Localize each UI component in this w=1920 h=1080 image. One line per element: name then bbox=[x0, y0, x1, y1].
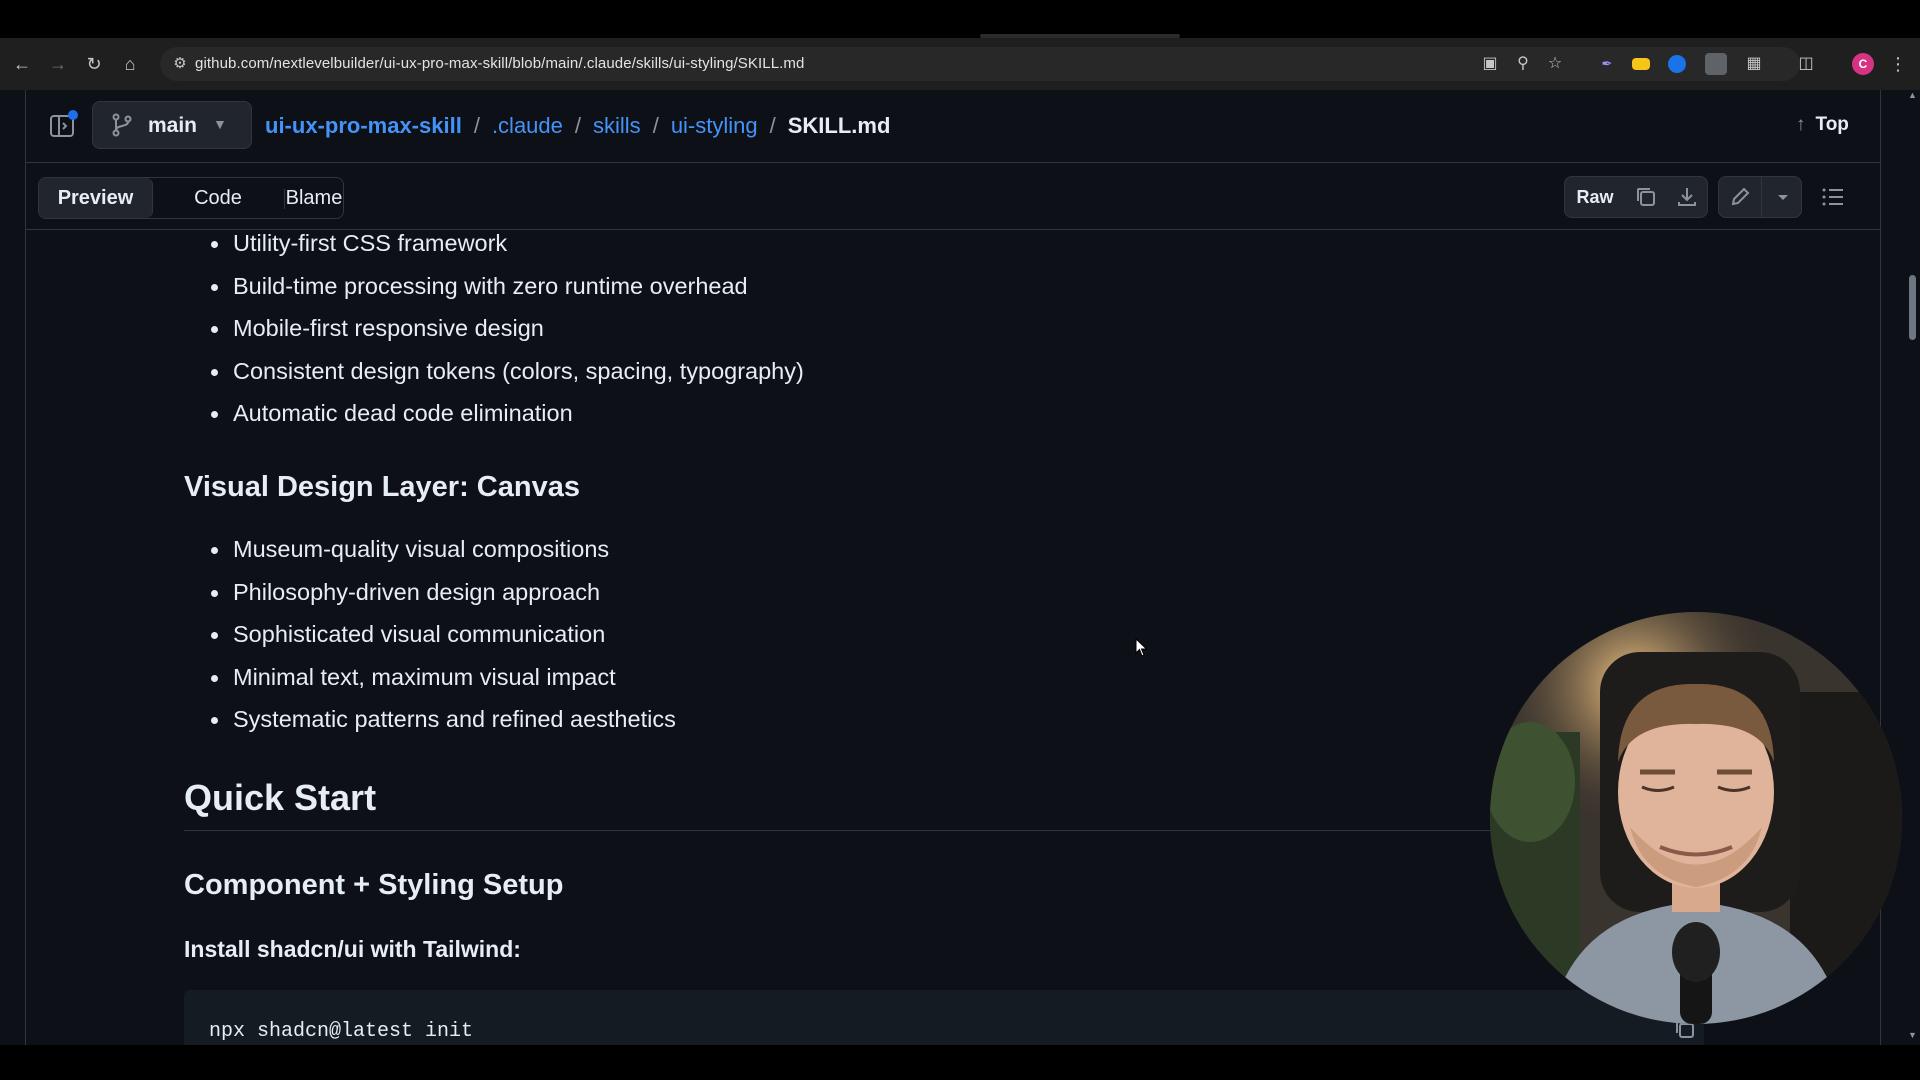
breadcrumb-repo-link[interactable]: ui-ux-pro-max-skill bbox=[265, 113, 462, 138]
bullet-dot bbox=[211, 284, 218, 291]
breadcrumb-separator: / bbox=[574, 113, 582, 138]
site-info-icon[interactable]: ⚙ bbox=[168, 52, 192, 76]
breadcrumb-link-claude[interactable]: .claude bbox=[492, 113, 563, 138]
forward-icon[interactable]: → bbox=[46, 52, 70, 76]
circle-extension-icon[interactable] bbox=[1668, 55, 1686, 73]
bullet-dot bbox=[211, 326, 218, 333]
list-item: Minimal text, maximum visual impact bbox=[233, 664, 616, 690]
chevron-down-icon[interactable] bbox=[1770, 184, 1796, 210]
tab-preview[interactable]: Preview bbox=[39, 178, 153, 218]
download-icon[interactable] bbox=[1674, 184, 1700, 210]
tool-extension-icon[interactable] bbox=[1705, 53, 1727, 75]
webcam-overlay bbox=[1490, 612, 1902, 1024]
container-border bbox=[25, 90, 26, 1045]
reload-icon[interactable]: ↻ bbox=[82, 52, 106, 76]
edit-divider bbox=[1761, 176, 1762, 218]
breadcrumb-separator: / bbox=[652, 113, 659, 138]
notification-dot bbox=[68, 110, 78, 120]
list-item: Mobile-first responsive design bbox=[233, 315, 544, 341]
zoom-icon[interactable]: ⚲ bbox=[1511, 52, 1535, 76]
heading-visual-design-layer: Visual Design Layer: Canvas bbox=[184, 471, 580, 503]
list-item: Systematic patterns and refined aestheti… bbox=[233, 706, 676, 732]
bullet-dot bbox=[211, 675, 218, 682]
notes-extension-icon[interactable] bbox=[1632, 58, 1650, 70]
git-branch-icon bbox=[112, 113, 132, 137]
home-icon[interactable]: ⌂ bbox=[118, 52, 142, 76]
extensions-puzzle-icon[interactable]: ▦ bbox=[1742, 52, 1766, 76]
url-text[interactable]: github.com/nextlevelbuilder/ui-ux-pro-ma… bbox=[195, 55, 804, 72]
browser-menu-icon[interactable]: ⋮ bbox=[1888, 52, 1908, 76]
mouse-cursor-icon bbox=[1135, 638, 1148, 657]
heading-rule bbox=[184, 830, 1494, 831]
install-instruction: Install shadcn/ui with Tailwind: bbox=[184, 936, 521, 962]
screen-bottom-bar bbox=[0, 1045, 1920, 1080]
breadcrumb-link-skills[interactable]: skills bbox=[593, 113, 641, 138]
chevron-down-icon[interactable]: ▼ bbox=[213, 116, 227, 132]
heading-component-styling-setup: Component + Styling Setup bbox=[184, 869, 564, 901]
scroll-down-arrow-icon[interactable]: ▼ bbox=[1907, 1030, 1918, 1042]
scrollbar-thumb[interactable] bbox=[1909, 275, 1916, 340]
raw-button[interactable]: Raw bbox=[1564, 176, 1626, 218]
profile-avatar[interactable]: C bbox=[1852, 53, 1874, 75]
breadcrumb-separator: / bbox=[473, 113, 480, 138]
outline-list-icon[interactable] bbox=[1820, 185, 1846, 209]
breadcrumb: ui-ux-pro-max-skill / .claude / skills / ui-st… bbox=[265, 113, 890, 139]
bullet-dot bbox=[211, 369, 218, 376]
code-text[interactable]: npx shadcn@latest init bbox=[209, 1020, 473, 1043]
list-item: Sophisticated visual communication bbox=[233, 621, 606, 647]
scrollbar-track[interactable] bbox=[1905, 90, 1920, 1045]
bullet-dot bbox=[211, 590, 218, 597]
breadcrumb-separator: / bbox=[769, 113, 776, 138]
view-mode-tabs: Preview Code Blame bbox=[38, 177, 344, 219]
pencil-edit-icon[interactable] bbox=[1727, 184, 1753, 210]
list-item: Philosophy-driven design approach bbox=[233, 579, 601, 605]
tab-blame[interactable]: Blame bbox=[283, 178, 343, 218]
copy-icon[interactable] bbox=[1633, 184, 1659, 210]
list-item: Utility-first CSS framework bbox=[233, 230, 508, 256]
arrow-up-icon: ↑ bbox=[1796, 114, 1806, 135]
bookmark-star-icon[interactable]: ☆ bbox=[1543, 52, 1567, 76]
header-divider bbox=[26, 162, 1880, 163]
heading-quick-start: Quick Start bbox=[184, 777, 377, 818]
bullet-dot bbox=[211, 241, 218, 248]
bullet-dot bbox=[211, 547, 218, 554]
scroll-up-arrow-icon[interactable]: ▲ bbox=[1907, 90, 1918, 102]
breadcrumb-link-ui-styling[interactable]: ui-styling bbox=[671, 113, 758, 138]
back-to-top-link[interactable]: ↑ Top bbox=[1796, 114, 1849, 136]
branch-name[interactable]: main bbox=[148, 114, 197, 138]
pen-extension-icon[interactable]: ✒ bbox=[1596, 53, 1618, 75]
list-item: Consistent design tokens (colors, spacin… bbox=[233, 358, 804, 384]
list-item: Build-time processing with zero runtime … bbox=[233, 273, 748, 299]
list-item: Museum-quality visual compositions bbox=[233, 536, 610, 562]
back-icon[interactable]: ← bbox=[10, 52, 34, 76]
browser-tab-strip bbox=[0, 0, 1920, 36]
bullet-dot bbox=[211, 717, 218, 724]
side-panel-icon[interactable]: ◫ bbox=[1794, 52, 1818, 76]
list-item: Automatic dead code elimination bbox=[233, 400, 573, 426]
breadcrumb-current-file: SKILL.md bbox=[787, 113, 891, 138]
top-label[interactable]: Top bbox=[1816, 114, 1849, 135]
tab-code[interactable]: Code bbox=[153, 178, 283, 218]
bullet-dot bbox=[211, 632, 218, 639]
bullet-dot bbox=[211, 411, 218, 418]
install-app-icon[interactable]: ▣ bbox=[1478, 52, 1502, 76]
